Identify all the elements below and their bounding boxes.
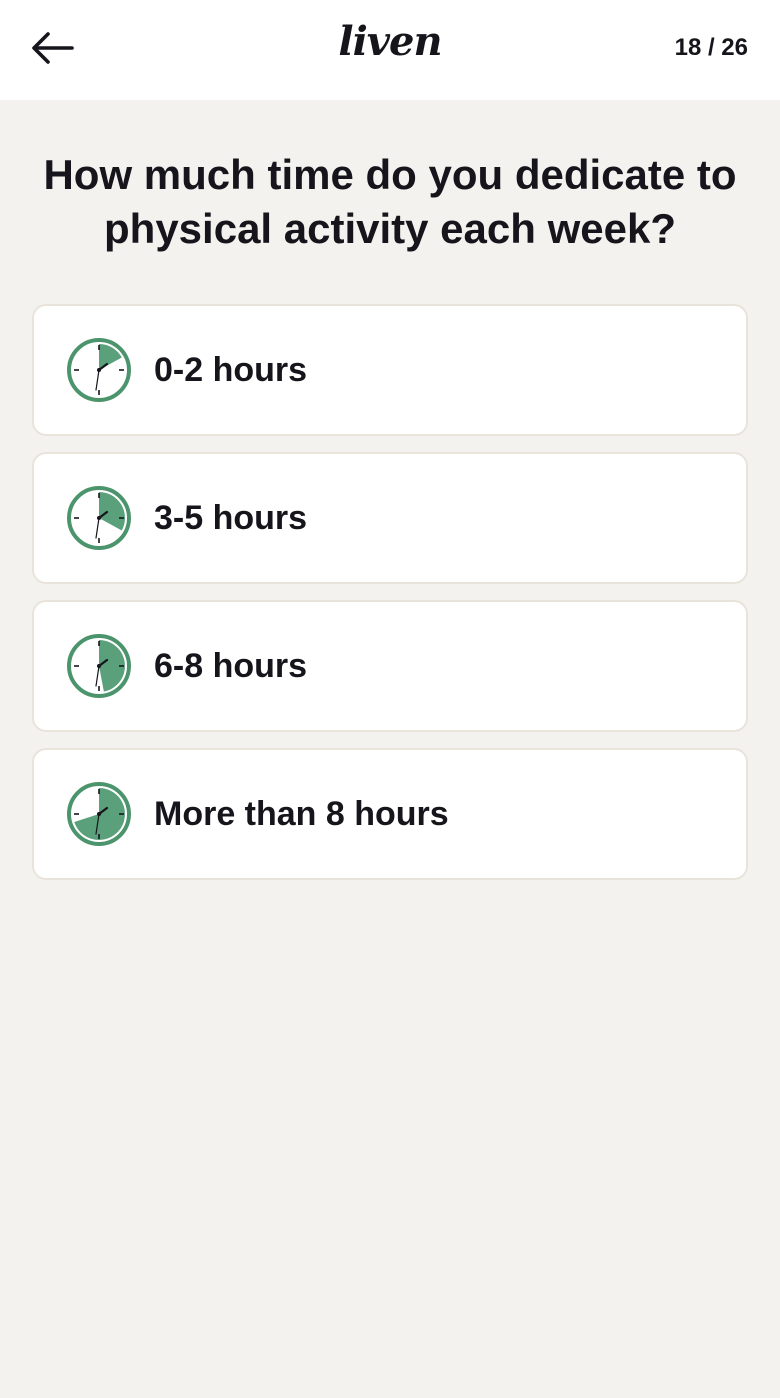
question-title: How much time do you dedicate to physica… [43, 151, 737, 252]
option-0-2-hours[interactable]: 0-2 hours [32, 304, 748, 436]
clock-icon [67, 338, 131, 402]
option-label: 6-8 hours [154, 646, 308, 685]
option-label: More than 8 hours [154, 794, 449, 833]
app-logo: liven [338, 18, 442, 65]
option-label: 0-2 hours [154, 350, 308, 389]
clock-icon [67, 782, 131, 846]
option-label: 3-5 hours [154, 498, 308, 537]
step-counter: 18 / 26 [674, 34, 748, 61]
clock-icon [67, 486, 131, 550]
option-more-than-8-hours[interactable]: More than 8 hours [32, 748, 748, 880]
option-6-8-hours[interactable]: 6-8 hours [32, 600, 748, 732]
top-bar: liven 18 / 26 [0, 0, 780, 100]
option-3-5-hours[interactable]: 3-5 hours [32, 452, 748, 584]
clock-icon [67, 634, 131, 698]
answer-options: 0-2 hours 3-5 hours 6-8 hours More than … [32, 304, 748, 896]
